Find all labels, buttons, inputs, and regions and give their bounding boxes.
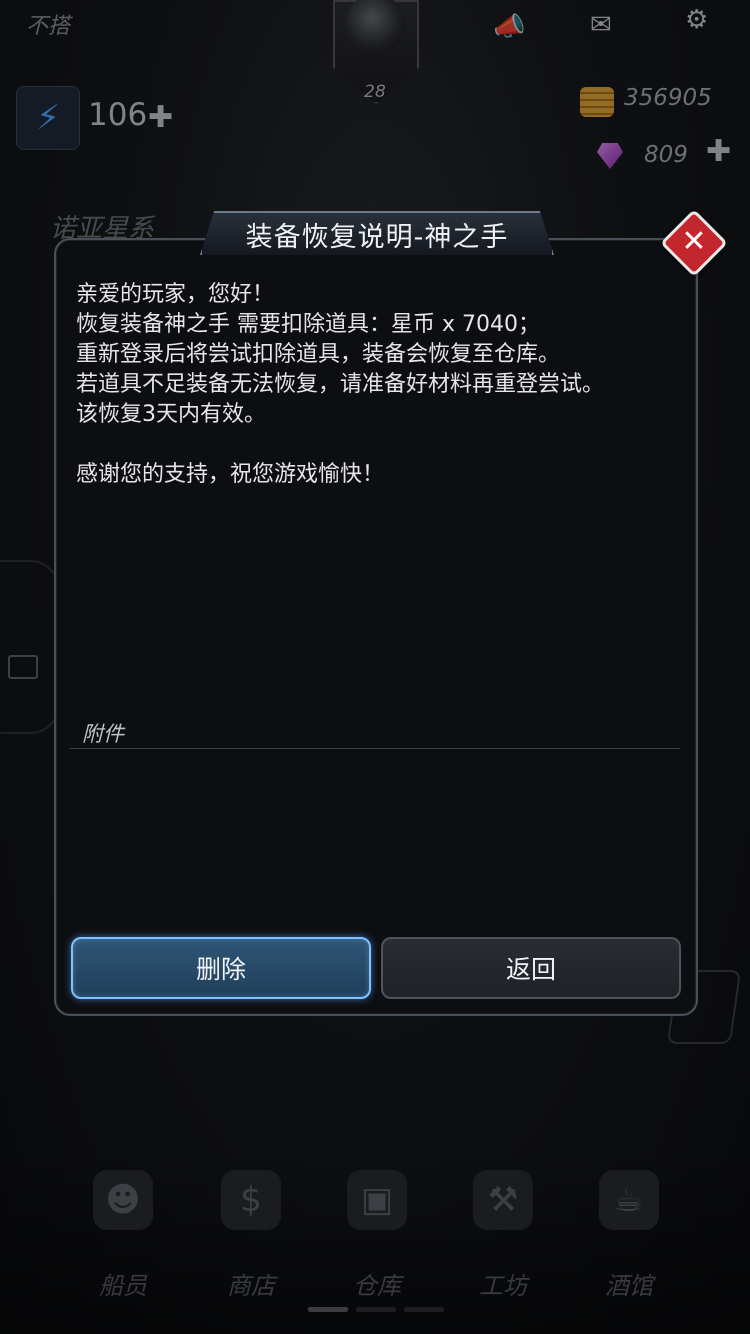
- close-icon: ✕: [681, 224, 707, 259]
- attachments-label: 附件: [82, 722, 124, 746]
- delete-button[interactable]: 删除: [71, 937, 371, 999]
- message-line: 恢复装备神之手 需要扣除道具：星币 x 7040；: [76, 312, 540, 337]
- message-line: 若道具不足装备无法恢复，请准备好材料再重登尝试。: [76, 372, 605, 397]
- dialog-title-tab: 装备恢复说明-神之手: [200, 211, 554, 255]
- message-line: 该恢复3天内有效。: [76, 402, 266, 427]
- back-button[interactable]: 返回: [381, 937, 681, 999]
- message-line: 重新登录后将尝试扣除道具，装备会恢复至仓库。: [76, 342, 561, 367]
- message-line: 亲爱的玩家，您好！: [76, 282, 275, 307]
- attachments-divider: [70, 748, 680, 749]
- dialog-title: 装备恢复说明-神之手: [245, 221, 509, 253]
- message-body: 亲爱的玩家，您好！ 恢复装备神之手 需要扣除道具：星币 x 7040； 重新登录…: [76, 280, 676, 490]
- message-closing: 感谢您的支持，祝您游戏愉快！: [76, 462, 385, 487]
